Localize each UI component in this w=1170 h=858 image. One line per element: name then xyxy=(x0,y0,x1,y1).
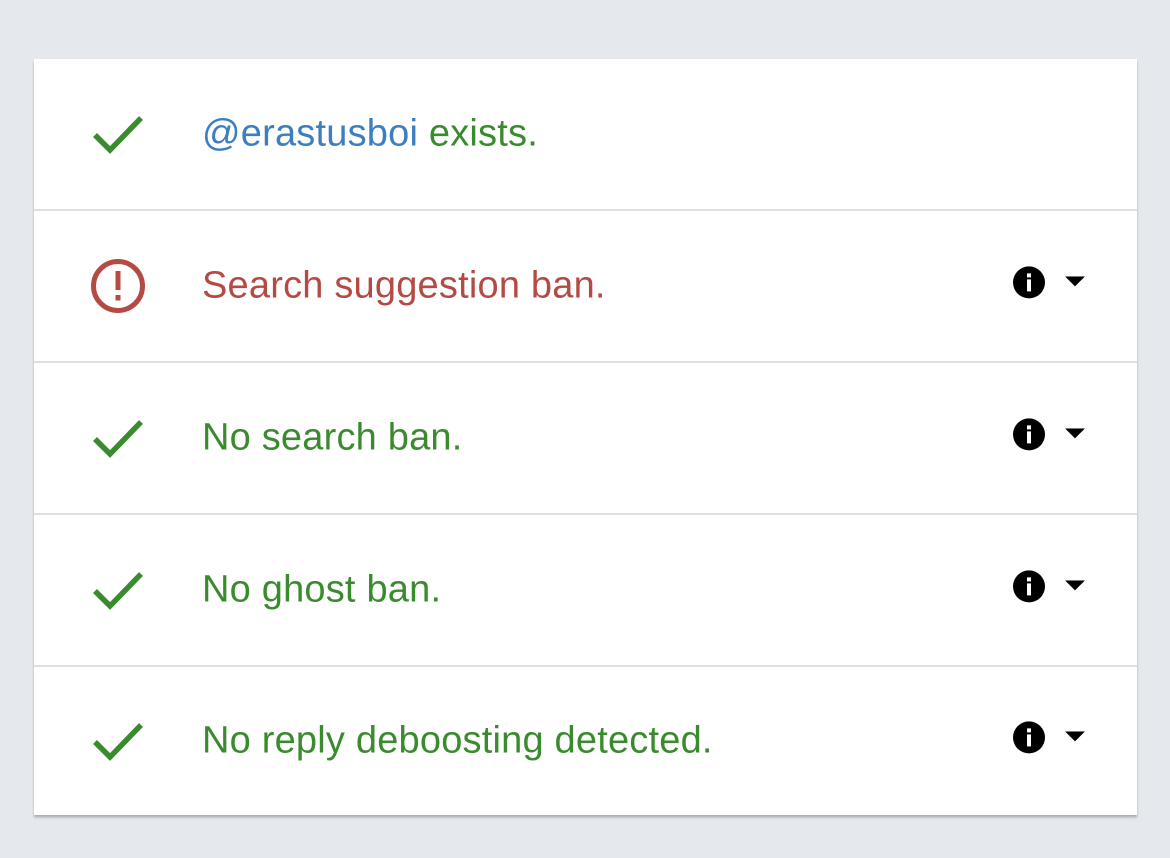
result-text: @erastusboi exists. xyxy=(202,113,538,156)
result-text: No reply deboosting detected. xyxy=(202,719,713,762)
row-actions xyxy=(1011,416,1085,452)
row-actions xyxy=(1011,264,1085,300)
caret-down-icon[interactable] xyxy=(1065,580,1085,592)
check-icon xyxy=(90,713,146,769)
result-text: Search suggestion ban. xyxy=(202,264,606,307)
caret-down-icon[interactable] xyxy=(1065,428,1085,440)
caret-down-icon[interactable] xyxy=(1065,276,1085,288)
results-card: @erastusboi exists. Search suggestion ba… xyxy=(34,59,1137,815)
check-icon xyxy=(90,410,146,466)
row-actions xyxy=(1011,568,1085,604)
result-row-ghost-ban: No ghost ban. xyxy=(34,515,1137,667)
caret-down-icon[interactable] xyxy=(1065,731,1085,743)
result-row-reply-deboosting: No reply deboosting detected. xyxy=(34,667,1137,815)
result-text: No search ban. xyxy=(202,416,463,459)
result-row-search-ban: No search ban. xyxy=(34,363,1137,515)
result-text-suffix: exists. xyxy=(418,112,538,155)
info-icon[interactable] xyxy=(1011,264,1047,300)
check-icon xyxy=(90,562,146,618)
alert-circle-icon xyxy=(90,258,146,314)
info-icon[interactable] xyxy=(1011,416,1047,452)
result-text: No ghost ban. xyxy=(202,568,442,611)
row-actions xyxy=(1011,719,1085,755)
account-handle-link[interactable]: @erastusboi xyxy=(202,113,418,155)
info-icon[interactable] xyxy=(1011,568,1047,604)
check-icon xyxy=(90,106,146,162)
result-row-exists: @erastusboi exists. xyxy=(34,59,1137,211)
result-row-search-suggestion-ban: Search suggestion ban. xyxy=(34,211,1137,363)
info-icon[interactable] xyxy=(1011,719,1047,755)
